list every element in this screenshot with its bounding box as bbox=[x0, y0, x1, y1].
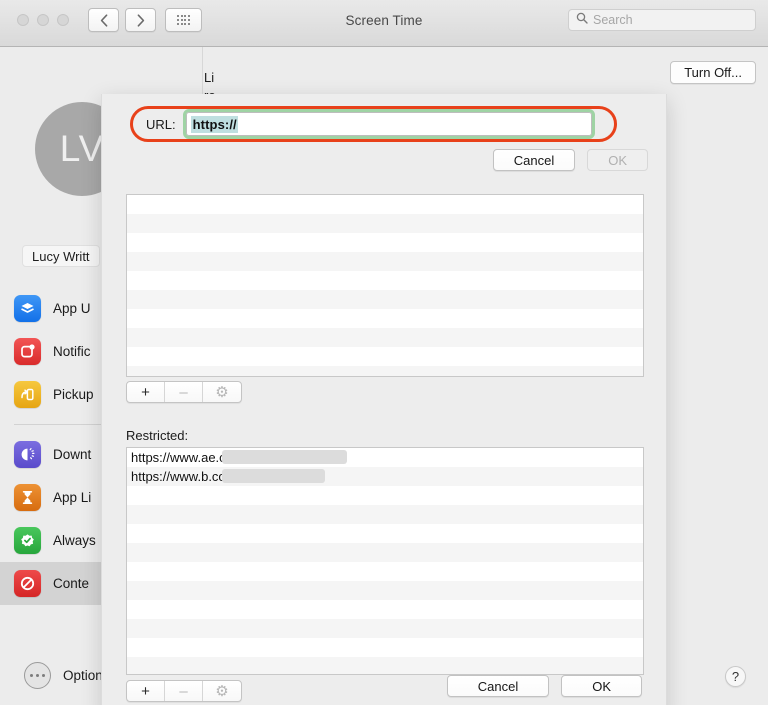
list-item[interactable] bbox=[127, 543, 643, 562]
pickups-icon bbox=[14, 381, 41, 408]
redaction-overlay bbox=[222, 469, 325, 483]
options-button[interactable]: Options bbox=[24, 662, 110, 689]
list-item[interactable]: https://www.b .com bbox=[127, 467, 643, 486]
restricted-list-toolbar: + – ⚙ bbox=[126, 680, 242, 702]
app-limits-icon bbox=[14, 484, 41, 511]
restricted-gear-button[interactable]: ⚙ bbox=[203, 681, 241, 701]
content-privacy-icon bbox=[14, 570, 41, 597]
list-item[interactable] bbox=[127, 366, 643, 376]
list-item[interactable] bbox=[127, 252, 643, 271]
window-titlebar: Screen Time Search bbox=[0, 0, 768, 47]
redaction-overlay bbox=[222, 450, 347, 464]
restricted-url-prefix: https://www.a bbox=[131, 450, 209, 465]
list-item[interactable]: https://www.a e.com bbox=[127, 448, 643, 467]
always-allowed-icon bbox=[14, 527, 41, 554]
allowed-list-toolbar: + – ⚙ bbox=[126, 381, 242, 403]
restricted-url-prefix: https://www.b bbox=[131, 469, 209, 484]
window-body: LV Lucy Writt App U Notific Pickup Downt… bbox=[0, 47, 768, 705]
sidebar-item-label: Downt bbox=[53, 447, 92, 462]
restricted-list[interactable]: https://www.a e.com https://www.b .com bbox=[126, 447, 644, 675]
url-ok-button[interactable]: OK bbox=[587, 149, 648, 171]
list-item[interactable] bbox=[127, 524, 643, 543]
downtime-icon bbox=[14, 441, 41, 468]
search-field[interactable]: Search bbox=[568, 9, 756, 31]
list-item[interactable] bbox=[127, 233, 643, 252]
sidebar-item-label: App Li bbox=[53, 490, 92, 505]
list-item[interactable] bbox=[127, 214, 643, 233]
allowed-add-button[interactable]: + bbox=[127, 382, 165, 402]
notifications-icon bbox=[14, 338, 41, 365]
allowed-remove-button[interactable]: – bbox=[165, 382, 203, 402]
url-label: URL: bbox=[146, 116, 176, 132]
user-name-field[interactable]: Lucy Writt bbox=[22, 245, 100, 267]
restricted-add-button[interactable]: + bbox=[127, 681, 165, 701]
list-item[interactable] bbox=[127, 619, 643, 638]
search-icon bbox=[576, 11, 588, 29]
list-item[interactable] bbox=[127, 505, 643, 524]
add-url-sheet: URL: https:// Cancel OK + – ⚙ Restricted… bbox=[101, 94, 667, 705]
list-item[interactable] bbox=[127, 486, 643, 505]
list-item[interactable] bbox=[127, 309, 643, 328]
sidebar-item-label: App U bbox=[53, 301, 91, 316]
allowed-gear-button[interactable]: ⚙ bbox=[203, 382, 241, 402]
sheet-bottom-buttons: Cancel OK bbox=[446, 675, 642, 697]
url-cancel-button[interactable]: Cancel bbox=[492, 149, 576, 171]
restricted-label: Restricted: bbox=[126, 428, 189, 443]
url-input[interactable]: https:// bbox=[182, 109, 595, 139]
sidebar-item-label: Conte bbox=[53, 576, 90, 591]
search-placeholder: Search bbox=[593, 13, 633, 27]
screen-time-window: Screen Time Search LV Lucy Writt App U N… bbox=[0, 0, 768, 705]
help-button[interactable]: ? bbox=[725, 666, 746, 687]
restricted-remove-button[interactable]: – bbox=[165, 681, 203, 701]
list-item[interactable] bbox=[127, 195, 643, 214]
behind-fragment-limit: Li bbox=[204, 70, 215, 85]
list-item[interactable] bbox=[127, 600, 643, 619]
sidebar-item-label: Always bbox=[53, 533, 96, 548]
options-ellipsis-icon bbox=[24, 662, 51, 689]
sheet-ok-button[interactable]: OK bbox=[561, 675, 642, 697]
url-input-value: https:// bbox=[190, 115, 238, 133]
list-item[interactable] bbox=[127, 290, 643, 309]
app-usage-icon bbox=[14, 295, 41, 322]
sidebar-item-label: Notific bbox=[53, 344, 91, 359]
turn-off-button[interactable]: Turn Off... bbox=[670, 61, 756, 84]
list-item[interactable] bbox=[127, 347, 643, 366]
sidebar-item-label: Pickup bbox=[53, 387, 94, 402]
list-item[interactable] bbox=[127, 328, 643, 347]
list-item[interactable] bbox=[127, 562, 643, 581]
sheet-cancel-button[interactable]: Cancel bbox=[446, 675, 550, 697]
url-row: URL: https:// bbox=[146, 109, 595, 139]
list-item[interactable] bbox=[127, 271, 643, 290]
list-item[interactable] bbox=[127, 657, 643, 674]
list-item[interactable] bbox=[127, 638, 643, 657]
sheet-top-buttons: Cancel OK bbox=[492, 149, 648, 171]
allowed-list[interactable] bbox=[126, 194, 644, 377]
list-item[interactable] bbox=[127, 581, 643, 600]
